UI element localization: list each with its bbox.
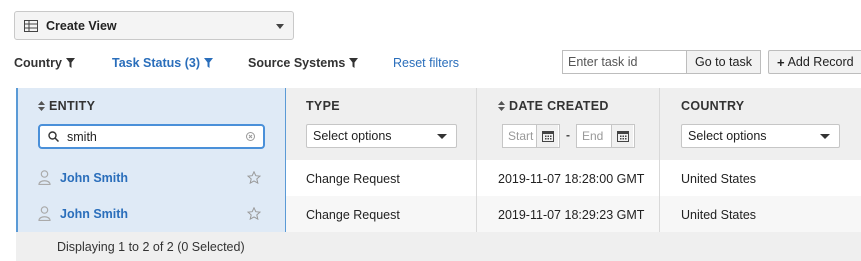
type-cell: Change Request bbox=[306, 172, 400, 186]
person-icon bbox=[38, 206, 51, 221]
country-cell: United States bbox=[681, 172, 757, 186]
entity-link[interactable]: John Smith bbox=[60, 207, 128, 221]
date-start-placeholder: Start bbox=[508, 129, 534, 143]
filter-icon bbox=[349, 58, 359, 68]
type-select-value: Select options bbox=[313, 129, 392, 143]
entity-link[interactable]: John Smith bbox=[60, 171, 128, 185]
column-header-country: COUNTRY bbox=[681, 99, 744, 113]
column-header-date-created[interactable]: DATE CREATED bbox=[498, 99, 609, 113]
country-select[interactable]: Select options bbox=[681, 124, 840, 148]
add-record-button[interactable]: + Add Record bbox=[768, 50, 861, 74]
date-cell: 2019-11-07 18:29:23 GMT bbox=[498, 208, 645, 222]
caret-down-icon bbox=[276, 24, 284, 29]
reset-filters-link[interactable]: Reset filters bbox=[393, 56, 459, 70]
add-record-label: Add Record bbox=[787, 55, 854, 69]
date-start-input[interactable]: Start bbox=[502, 124, 560, 148]
column-header-type-label: TYPE bbox=[306, 99, 340, 113]
type-cell: Change Request bbox=[306, 208, 400, 222]
date-range-separator: - bbox=[566, 128, 570, 142]
person-icon bbox=[38, 170, 51, 185]
pagination-status: Displaying 1 to 2 of 2 (0 Selected) bbox=[57, 240, 245, 254]
filter-country[interactable]: Country bbox=[14, 56, 75, 70]
star-icon[interactable] bbox=[247, 171, 261, 184]
column-header-country-label: COUNTRY bbox=[681, 99, 745, 113]
caret-down-icon bbox=[437, 134, 447, 139]
type-select[interactable]: Select options bbox=[306, 124, 457, 148]
filter-icon bbox=[65, 58, 75, 68]
filter-source-systems-label: Source Systems bbox=[248, 56, 346, 70]
country-select-value: Select options bbox=[688, 129, 767, 143]
star-icon[interactable] bbox=[247, 207, 261, 220]
grid-icon bbox=[24, 19, 38, 32]
search-icon bbox=[48, 131, 59, 142]
create-view-label: Create View bbox=[46, 18, 117, 33]
date-end-input[interactable]: End bbox=[576, 124, 635, 148]
clear-icon[interactable] bbox=[246, 132, 255, 141]
filter-task-status[interactable]: Task Status (3) bbox=[112, 56, 213, 70]
grid-footer: Displaying 1 to 2 of 2 (0 Selected) bbox=[16, 232, 861, 261]
go-to-task-button[interactable]: Go to task bbox=[686, 50, 761, 74]
plus-icon: + bbox=[777, 54, 785, 70]
column-header-entity[interactable]: ENTITY bbox=[38, 99, 95, 113]
column-header-entity-label: ENTITY bbox=[49, 99, 96, 113]
calendar-icon[interactable] bbox=[536, 125, 558, 147]
calendar-icon[interactable] bbox=[611, 125, 633, 147]
filter-country-label: Country bbox=[14, 56, 62, 70]
data-grid: ENTITY TYPE DATE CREATED COUNTRY smith S… bbox=[16, 88, 861, 261]
sort-icon bbox=[498, 101, 505, 111]
column-divider bbox=[659, 88, 660, 232]
date-cell: 2019-11-07 18:28:00 GMT bbox=[498, 172, 645, 186]
create-view-dropdown[interactable]: Create View bbox=[14, 11, 294, 40]
sort-icon bbox=[38, 101, 45, 111]
task-id-input[interactable] bbox=[562, 50, 686, 74]
filter-source-systems[interactable]: Source Systems bbox=[248, 56, 359, 70]
date-end-placeholder: End bbox=[582, 129, 604, 143]
column-divider bbox=[476, 88, 477, 232]
column-header-date-label: DATE CREATED bbox=[509, 99, 609, 113]
entity-search-value: smith bbox=[67, 129, 97, 144]
filter-icon bbox=[204, 58, 213, 68]
filter-task-status-label: Task Status (3) bbox=[112, 56, 200, 70]
column-header-type: TYPE bbox=[306, 99, 340, 113]
entity-search-input[interactable]: smith bbox=[38, 124, 265, 149]
country-cell: United States bbox=[681, 208, 757, 222]
caret-down-icon bbox=[820, 134, 830, 139]
